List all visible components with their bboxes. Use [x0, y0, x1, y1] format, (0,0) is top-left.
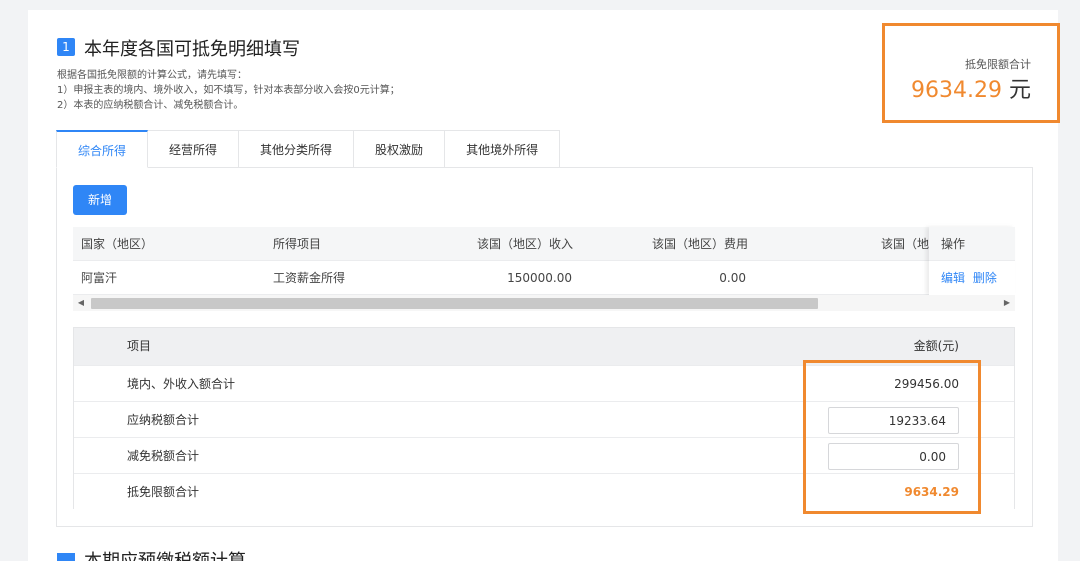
summary-header-item: 项目: [127, 339, 152, 353]
summary-row-tax-payable: 应纳税额合计: [74, 401, 1014, 437]
next-section-badge: [57, 553, 75, 561]
scroll-right-arrow-icon[interactable]: ▶: [999, 295, 1015, 311]
column-header-country: 国家（地区）: [81, 237, 154, 251]
horizontal-scrollbar[interactable]: ◀ ▶: [73, 295, 1015, 311]
column-header-income: 该国（地区）收入: [476, 237, 573, 251]
scrollbar-thumb[interactable]: [91, 298, 818, 309]
cell-income: 150000.00: [507, 271, 572, 285]
cell-cost: 0.00: [719, 271, 746, 285]
column-header-truncated: 该国（地: [881, 237, 929, 251]
credit-limit-number: 9634.29: [911, 78, 1002, 103]
summary-label: 境内、外收入额合计: [127, 377, 236, 391]
row-actions: 编辑 删除: [929, 261, 1015, 295]
section-desc-line: 2）本表的应纳税额合计、减免税额合计。: [57, 100, 244, 111]
column-header-operation: 操作: [929, 227, 1015, 261]
section-number-badge: 1: [57, 38, 75, 56]
section-desc-line: 1）申报主表的境内、境外收入，如不填写，针对本表部分收入会按0元计算；: [57, 85, 400, 96]
summary-value: 299456.00: [894, 377, 959, 391]
summary-table: 项目 金额(元) 境内、外收入额合计 299456.00 应纳税额合计 减免税额…: [73, 327, 1015, 509]
section-title: 本年度各国可抵免明细填写: [84, 39, 300, 60]
summary-label: 应纳税额合计: [127, 413, 200, 427]
tab-business-income[interactable]: 经营所得: [148, 130, 240, 168]
credit-limit-summary-box: 抵免限额合计 9634.29 元: [882, 23, 1060, 123]
tax-payable-input[interactable]: [828, 407, 959, 434]
tab-other-classified-income[interactable]: 其他分类所得: [239, 130, 355, 168]
summary-label: 抵免限额合计: [127, 485, 200, 499]
section-desc-line: 根据各国抵免限额的计算公式，请先填写：: [57, 70, 247, 81]
summary-value-credit-limit: 9634.29: [904, 485, 959, 499]
edit-link[interactable]: 编辑: [941, 271, 965, 285]
summary-label: 减免税额合计: [127, 449, 200, 463]
foreign-income-table: 国家（地区） 所得项目 该国（地区）收入 该国（地区）费用 该国（地 阿富汗 工…: [73, 227, 1015, 315]
credit-limit-label: 抵免限额合计: [965, 58, 1031, 71]
column-header-cost: 该国（地区）费用: [651, 237, 748, 251]
operation-column: 操作 编辑 删除: [929, 227, 1015, 295]
table-row: 阿富汗 工资薪金所得 150000.00 0.00: [73, 261, 1015, 295]
cell-country: 阿富汗: [81, 271, 118, 285]
tab-other-foreign-income[interactable]: 其他境外所得: [445, 130, 561, 168]
tab-equity-incentive[interactable]: 股权激励: [354, 130, 446, 168]
credit-limit-value: 9634.29 元: [911, 72, 1031, 104]
summary-header: 项目 金额(元): [74, 328, 1014, 365]
summary-row-total-income: 境内、外收入额合计 299456.00: [74, 365, 1014, 401]
table-header: 国家（地区） 所得项目 该国（地区）收入 该国（地区）费用 该国（地: [73, 227, 1015, 261]
summary-header-amount: 金额(元): [913, 339, 959, 353]
tab-comprehensive-income[interactable]: 综合所得: [56, 130, 149, 168]
summary-row-tax-reduction: 减免税额合计: [74, 437, 1014, 473]
add-button[interactable]: 新增: [73, 185, 127, 215]
income-type-tabs: 综合所得 经营所得 其他分类所得 股权激励 其他境外所得: [56, 130, 561, 168]
scroll-left-arrow-icon[interactable]: ◀: [73, 295, 89, 311]
tax-reduction-input[interactable]: [828, 443, 959, 470]
next-section-title: 本期应预缴税额计算: [84, 551, 264, 561]
credit-limit-unit: 元: [1008, 78, 1031, 103]
summary-row-credit-limit: 抵免限额合计 9634.29: [74, 473, 1014, 509]
delete-link[interactable]: 删除: [973, 271, 997, 285]
